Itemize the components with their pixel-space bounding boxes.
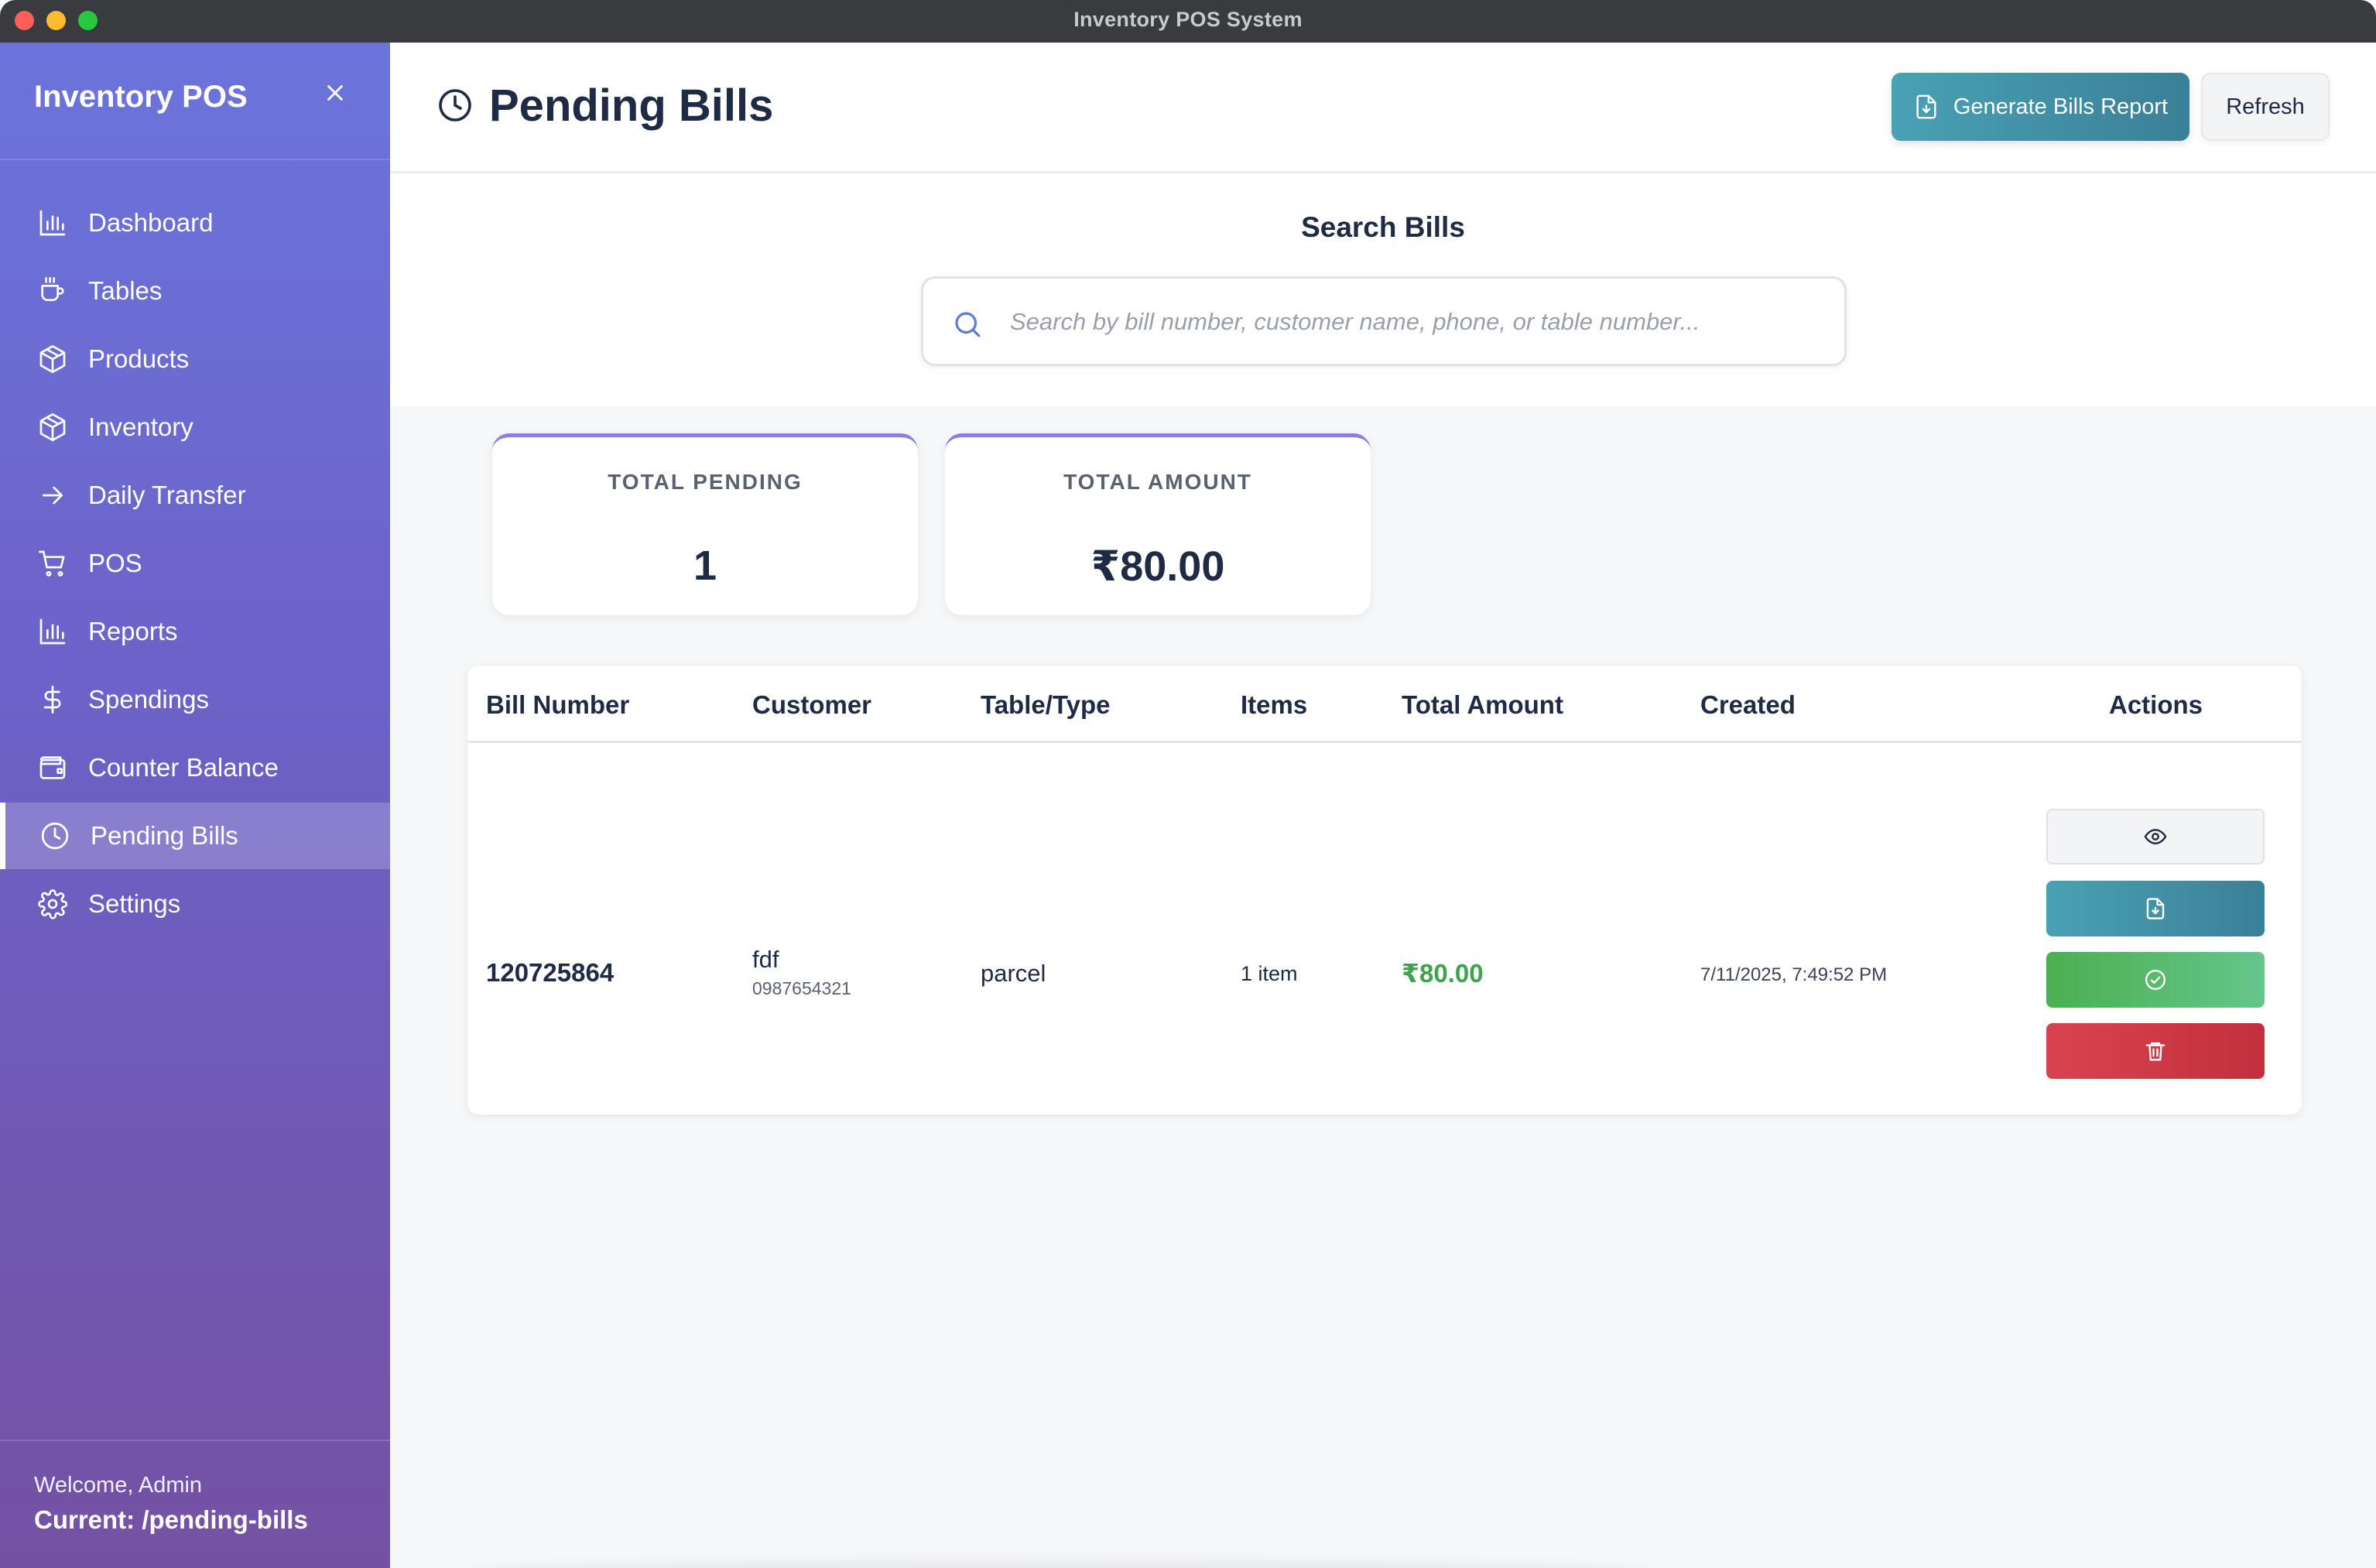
scroll-shadow — [467, 1559, 1652, 1568]
wallet-icon — [37, 752, 68, 783]
sidebar-item-label: Pending Bills — [91, 821, 238, 850]
search-title: Search Bills — [1301, 211, 1465, 243]
package-icon — [37, 344, 68, 375]
sidebar-brand: Inventory POS — [34, 80, 248, 114]
generate-bills-report-label: Generate Bills Report — [1953, 94, 2169, 119]
bill-number: 120725864 — [486, 958, 615, 987]
bar-chart-icon — [37, 616, 68, 647]
generate-bills-report-button[interactable]: Generate Bills Report — [1892, 73, 2189, 141]
items-count: 1 item — [1241, 962, 1298, 985]
coffee-icon — [37, 276, 68, 306]
view-bill-button[interactable] — [2046, 809, 2265, 864]
search-box[interactable] — [921, 276, 1847, 366]
sidebar-item-label: Spendings — [88, 685, 209, 714]
sidebar: Inventory POS Dashboard Tables Products … — [0, 43, 390, 1568]
search-icon — [951, 308, 984, 341]
refresh-button[interactable]: Refresh — [2201, 73, 2330, 141]
search-section: Search Bills — [390, 174, 2376, 406]
sidebar-item-daily-transfer[interactable]: Daily Transfer — [3, 462, 390, 529]
customer-phone: 0987654321 — [752, 978, 851, 998]
sidebar-item-label: Tables — [88, 276, 163, 305]
sidebar-item-reports[interactable]: Reports — [3, 598, 390, 665]
sidebar-item-products[interactable]: Products — [3, 326, 390, 392]
file-download-icon — [1913, 94, 1939, 120]
delete-bill-button[interactable] — [2046, 1023, 2265, 1079]
sidebar-item-label: Counter Balance — [88, 753, 279, 782]
bar-chart-icon — [37, 207, 68, 238]
window-titlebar: Inventory POS System — [0, 0, 2376, 43]
sidebar-item-settings[interactable]: Settings — [3, 871, 390, 937]
bills-table: Bill Number Customer Table/Type Items To… — [467, 666, 2302, 1114]
welcome-text: Welcome, Admin — [34, 1473, 203, 1498]
package-icon — [37, 412, 68, 443]
page-header: Pending Bills Generate Bills Report Refr… — [390, 43, 2376, 173]
sidebar-divider — [0, 159, 390, 160]
created-date: 7/11/2025, 7:49:52 PM — [1700, 964, 1888, 985]
sidebar-item-counter-balance[interactable]: Counter Balance — [3, 734, 390, 801]
close-icon — [327, 85, 343, 101]
dollar-icon — [37, 684, 68, 715]
column-header-bill-number: Bill Number — [486, 690, 630, 719]
complete-bill-button[interactable] — [2046, 952, 2265, 1008]
arrow-right-icon — [37, 480, 68, 511]
cart-icon — [37, 548, 68, 579]
download-bill-button[interactable] — [2046, 881, 2265, 936]
window-title: Inventory POS System — [1073, 8, 1303, 31]
sidebar-item-dashboard[interactable]: Dashboard — [3, 190, 390, 256]
stat-card-total-pending: TOTAL PENDING 1 — [492, 433, 918, 615]
check-circle-icon — [2145, 969, 2166, 991]
file-download-icon — [2146, 898, 2165, 919]
sidebar-item-label: Products — [88, 344, 190, 373]
sidebar-item-label: Settings — [88, 889, 181, 918]
sidebar-item-label: Reports — [88, 617, 178, 645]
stat-label: TOTAL AMOUNT — [1063, 470, 1252, 494]
clock-icon — [39, 820, 70, 851]
column-header-actions: Actions — [2109, 690, 2203, 719]
sidebar-item-spendings[interactable]: Spendings — [3, 666, 390, 733]
stat-card-total-amount: TOTAL AMOUNT ₹80.00 — [945, 433, 1371, 615]
gear-icon — [37, 888, 68, 919]
table-type: parcel — [981, 960, 1046, 987]
column-header-total-amount: Total Amount — [1402, 690, 1563, 719]
sidebar-item-tables[interactable]: Tables — [3, 258, 390, 324]
sidebar-item-label: POS — [88, 549, 142, 577]
close-sidebar-button[interactable] — [322, 80, 348, 106]
sidebar-item-pos[interactable]: POS — [3, 530, 390, 597]
stat-value: ₹80.00 — [1090, 543, 1225, 590]
sidebar-item-label: Inventory — [88, 413, 193, 441]
main-content: Pending Bills Generate Bills Report Refr… — [390, 43, 2376, 1568]
clock-icon — [437, 87, 474, 124]
search-input[interactable] — [1010, 300, 1823, 344]
sidebar-item-label: Daily Transfer — [88, 481, 246, 509]
stat-label: TOTAL PENDING — [608, 470, 803, 494]
customer-name: fdf — [752, 946, 779, 973]
column-header-created: Created — [1700, 690, 1796, 719]
sidebar-item-label: Dashboard — [88, 208, 214, 237]
table-header: Bill Number Customer Table/Type Items To… — [467, 666, 2302, 743]
trash-icon — [2145, 1042, 2165, 1061]
column-header-items: Items — [1241, 690, 1308, 719]
page-title: Pending Bills — [489, 80, 774, 131]
stat-value: 1 — [693, 543, 717, 589]
current-route: Current: /pending-bills — [34, 1505, 308, 1534]
eye-icon — [2144, 829, 2167, 844]
column-header-table-type: Table/Type — [981, 690, 1111, 719]
sidebar-item-inventory[interactable]: Inventory — [3, 394, 390, 460]
total-amount: ₹80.00 — [1402, 959, 1484, 988]
sidebar-item-pending-bills[interactable]: Pending Bills — [0, 803, 390, 869]
sidebar-footer-divider — [0, 1440, 390, 1441]
column-header-customer: Customer — [752, 690, 872, 719]
